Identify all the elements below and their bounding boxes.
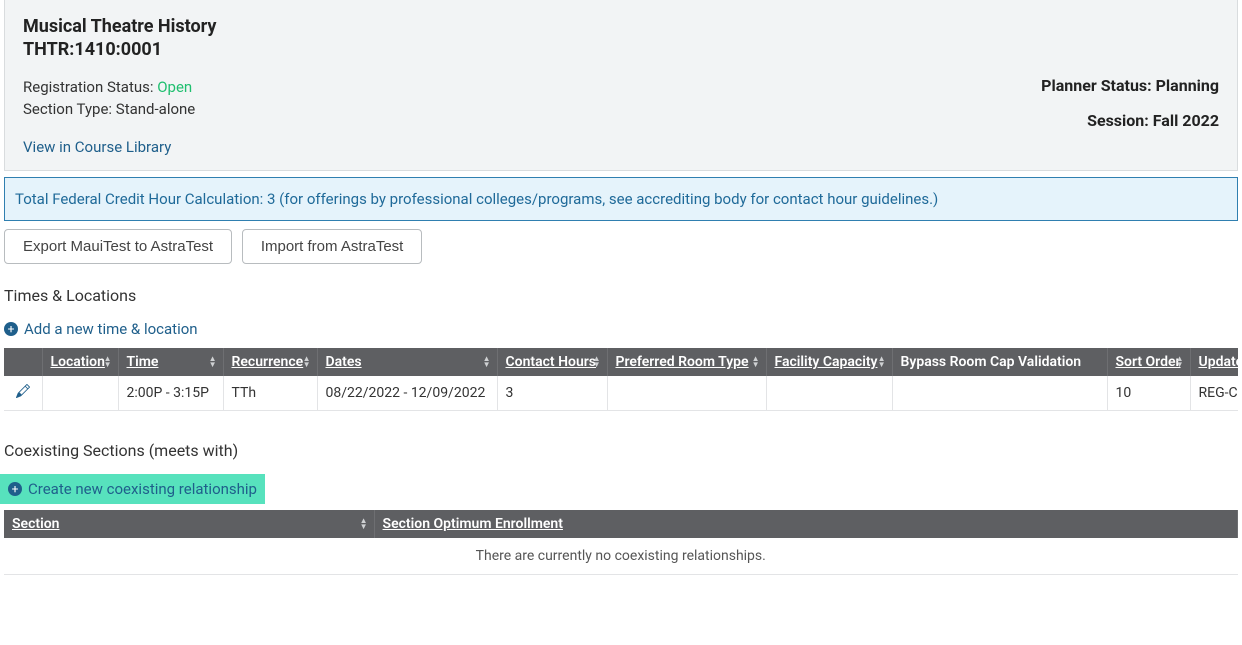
create-coexisting-highlight: + Create new coexisting relationship [0, 474, 265, 504]
coexisting-table: Section▲▼ Section Optimum Enrollment The… [4, 510, 1238, 574]
export-import-button-row: Export MauiTest to AstraTest Import from… [4, 229, 1238, 264]
coexisting-table-wrap: Section▲▼ Section Optimum Enrollment The… [4, 510, 1238, 575]
col-preferred-room-type[interactable]: Preferred Room Type▲▼ [607, 348, 766, 376]
col-location[interactable]: Location▲▼ [42, 348, 118, 376]
sort-arrows-icon: ▲▼ [1176, 356, 1184, 368]
table-empty-row: There are currently no coexisting relati… [4, 538, 1238, 574]
col-sort-order[interactable]: Sort Order▲▼ [1107, 348, 1190, 376]
col-facility-capacity[interactable]: Facility Capacity▲▼ [766, 348, 892, 376]
times-locations-table-wrap: Location▲▼ Time▲▼ Recurrence▲▼ Dates▲▼ C… [4, 348, 1238, 411]
col-contact-hours[interactable]: Contact Hours▲▼ [497, 348, 607, 376]
add-time-location-link[interactable]: + Add a new time & location [4, 320, 198, 338]
col-time[interactable]: Time▲▼ [118, 348, 223, 376]
section-type-value: Stand-alone [116, 100, 195, 118]
coexisting-heading: Coexisting Sections (meets with) [4, 441, 1238, 460]
cell-sort-order: 10 [1107, 376, 1190, 410]
create-coexisting-label: Create new coexisting relationship [28, 480, 257, 498]
sort-arrows-icon: ▲▼ [360, 518, 368, 530]
col-dates[interactable]: Dates▲▼ [317, 348, 497, 376]
planner-status-label: Planner Status: [1041, 76, 1155, 95]
cell-dates: 08/22/2022 - 12/09/2022 [317, 376, 497, 410]
session-value: Fall 2022 [1153, 111, 1219, 130]
cell-recurrence: TTh [223, 376, 317, 410]
pencil-icon [16, 384, 30, 398]
edit-row-button[interactable] [4, 376, 42, 410]
section-type-line: Section Type: Stand-alone [23, 100, 1041, 118]
course-header-panel: Musical Theatre History THTR:1410:0001 R… [4, 0, 1238, 171]
sort-arrows-icon: ▲▼ [209, 356, 217, 368]
sort-arrows-icon: ▲▼ [878, 356, 886, 368]
col-edit [4, 348, 42, 376]
sort-arrows-icon: ▲▼ [593, 356, 601, 368]
export-button[interactable]: Export MauiTest to AstraTest [4, 229, 232, 264]
credit-hour-banner: Total Federal Credit Hour Calculation: 3… [4, 177, 1238, 221]
registration-status-line: Registration Status: Open [23, 78, 1041, 96]
sort-arrows-icon: ▲▼ [303, 356, 311, 368]
section-type-label: Section Type: [23, 100, 116, 118]
header-right: Planner Status: Planning Session: Fall 2… [1041, 16, 1219, 156]
col-section[interactable]: Section▲▼ [4, 510, 374, 538]
cell-time: 2:00P - 3:15P [118, 376, 223, 410]
session-line: Session: Fall 2022 [1041, 111, 1219, 130]
session-label: Session: [1087, 111, 1153, 130]
planner-status-line: Planner Status: Planning [1041, 76, 1219, 95]
table-row: 2:00P - 3:15P TTh 08/22/2022 - 12/09/202… [4, 376, 1238, 410]
planner-status-value: Planning [1156, 76, 1219, 95]
col-updated-by[interactable]: Updated By [1190, 348, 1238, 376]
cell-updated-by: REG-CO [1190, 376, 1238, 410]
sort-arrows-icon: ▲▼ [483, 356, 491, 368]
header-left: Musical Theatre History THTR:1410:0001 R… [23, 16, 1041, 156]
times-locations-table: Location▲▼ Time▲▼ Recurrence▲▼ Dates▲▼ C… [4, 348, 1238, 410]
cell-contact-hours: 3 [497, 376, 607, 410]
times-locations-heading: Times & Locations [4, 286, 1238, 305]
create-coexisting-link[interactable]: + Create new coexisting relationship [8, 480, 257, 498]
empty-message: There are currently no coexisting relati… [4, 538, 1238, 574]
import-button[interactable]: Import from AstraTest [242, 229, 423, 264]
col-bypass: Bypass Room Cap Validation [892, 348, 1107, 376]
add-time-location-label: Add a new time & location [24, 320, 198, 338]
col-recurrence[interactable]: Recurrence▲▼ [223, 348, 317, 376]
cell-location [42, 376, 118, 410]
cell-facility-capacity [766, 376, 892, 410]
course-code: THTR:1410:0001 [23, 39, 1041, 60]
sort-arrows-icon: ▲▼ [752, 356, 760, 368]
plus-circle-icon: + [8, 482, 22, 496]
course-title: Musical Theatre History [23, 16, 1041, 37]
registration-status-value: Open [157, 78, 192, 96]
registration-status-label: Registration Status: [23, 78, 157, 96]
plus-circle-icon: + [4, 322, 18, 336]
view-course-library-link[interactable]: View in Course Library [23, 138, 171, 156]
col-optimum-enrollment[interactable]: Section Optimum Enrollment [374, 510, 1237, 538]
cell-bypass [892, 376, 1107, 410]
cell-preferred-room-type [607, 376, 766, 410]
sort-arrows-icon: ▲▼ [104, 356, 112, 368]
